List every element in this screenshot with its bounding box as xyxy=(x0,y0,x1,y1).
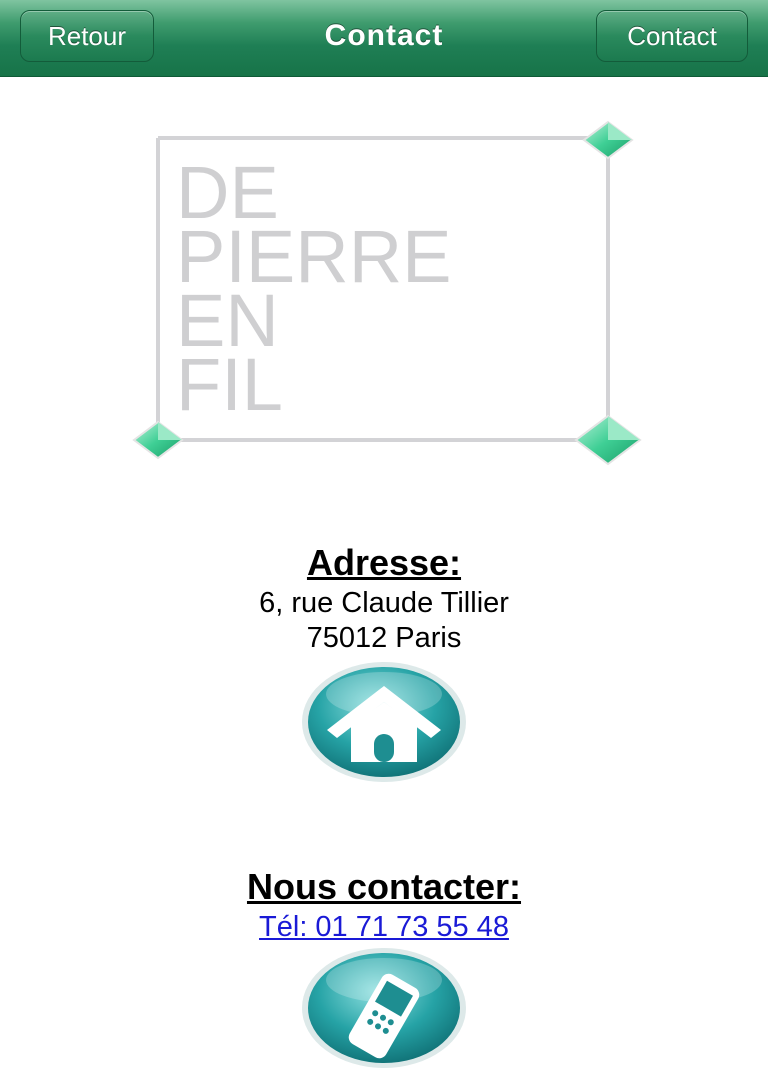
contact-heading: Nous contacter: xyxy=(246,866,522,907)
phone-link[interactable]: Tél: 01 71 73 55 48 xyxy=(259,911,509,943)
diamond-bottom-left xyxy=(132,420,184,460)
diamond-top-right xyxy=(582,120,634,160)
back-button[interactable]: Retour xyxy=(20,10,154,62)
address-city: 75012 Paris xyxy=(306,622,462,654)
phone-line: Tél: 01 71 73 55 48 xyxy=(0,911,768,944)
call-button[interactable] xyxy=(301,946,467,1070)
address-heading: Adresse: xyxy=(306,542,462,583)
de-pierre-en-fil-logo: DE PIERRE EN FIL xyxy=(132,120,642,466)
logo-line-4: FIL xyxy=(176,343,283,426)
contact-button[interactable]: Contact xyxy=(596,10,748,62)
diamond-bottom-right xyxy=(574,414,642,466)
map-button[interactable] xyxy=(301,660,467,784)
address-street: 6, rue Claude Tillier xyxy=(259,587,509,619)
navigation-bar: Contact Retour Contact xyxy=(0,0,768,77)
